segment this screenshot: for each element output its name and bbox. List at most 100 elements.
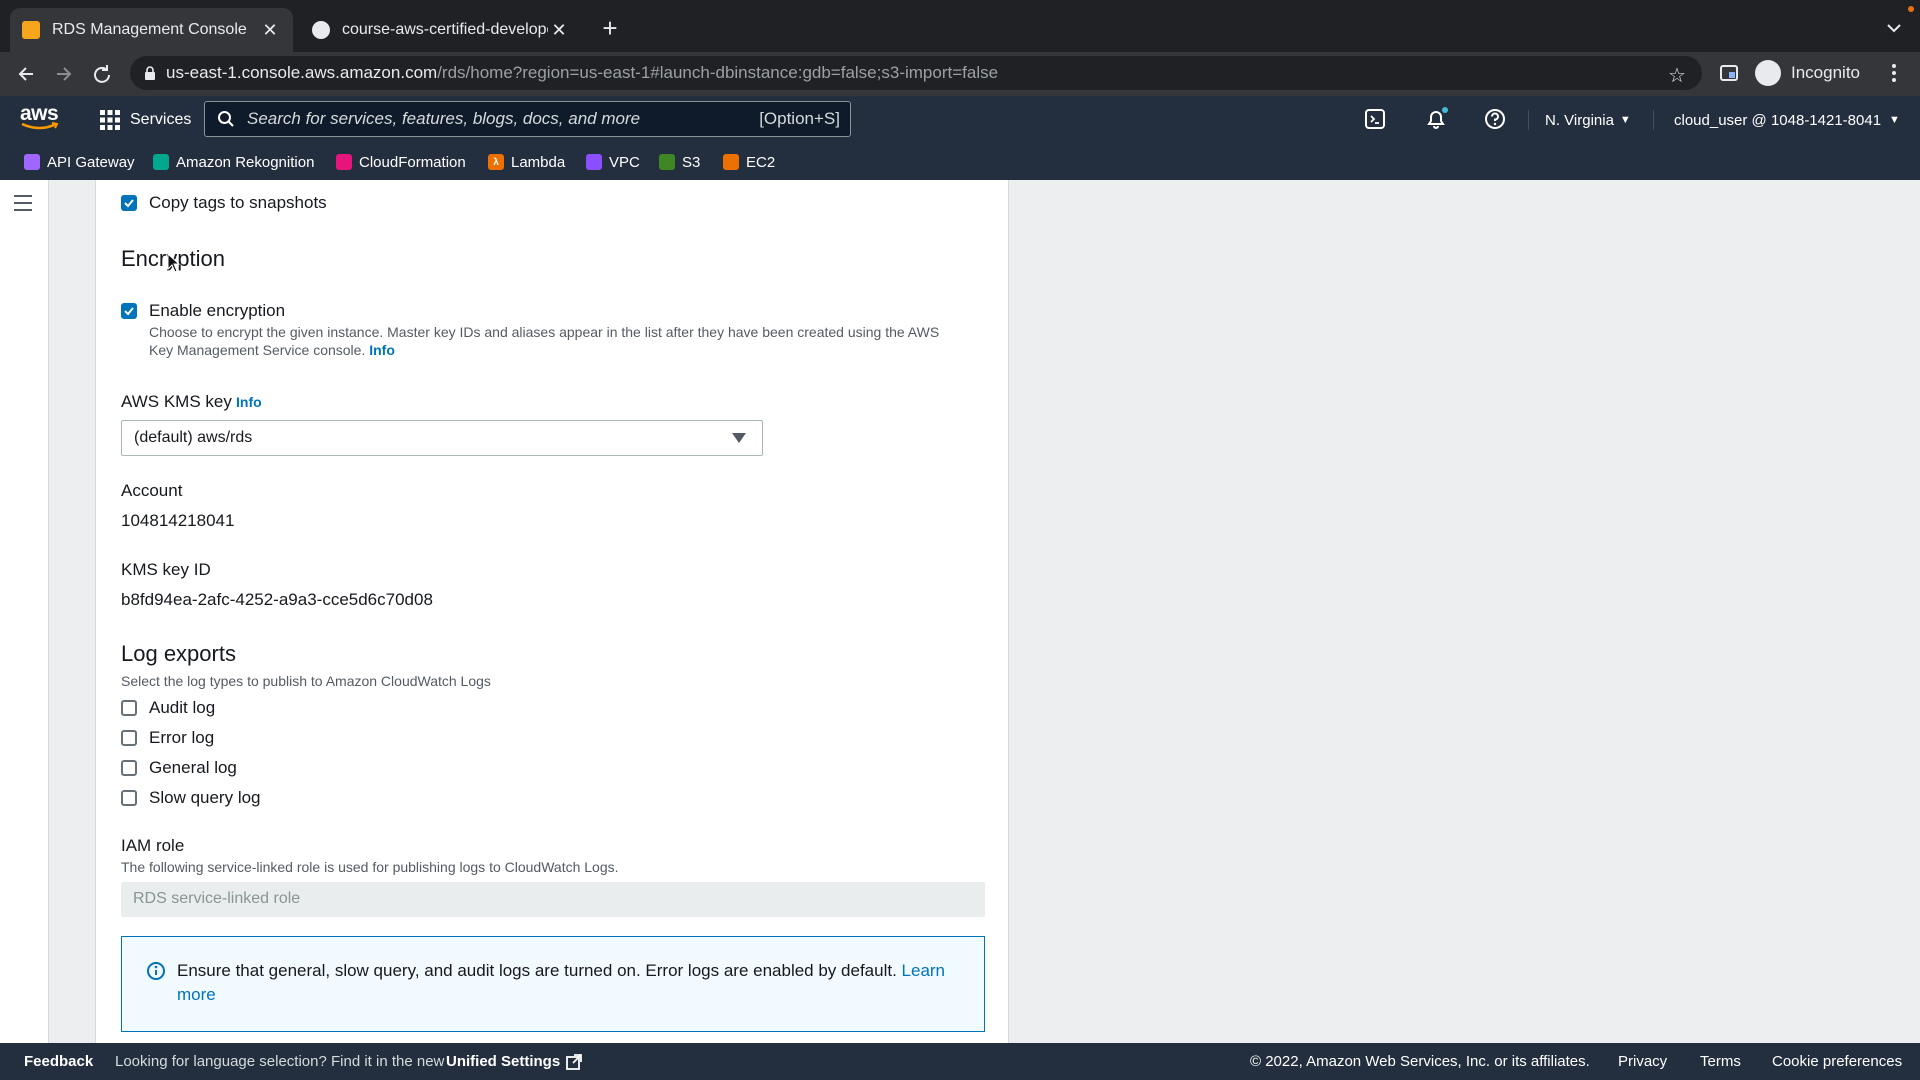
tab-github[interactable]: course-aws-certified-develope ✕ (300, 8, 582, 52)
favorite-ec2[interactable]: EC2 (723, 152, 775, 172)
search-icon (217, 110, 235, 128)
console-footer: Feedback Looking for language selection?… (0, 1043, 1920, 1080)
region-selector[interactable]: N. Virginia ▼ (1545, 110, 1631, 130)
services-label: Services (130, 111, 192, 128)
aws-top-nav: aws Services Search for services, featur… (0, 96, 1920, 144)
aws-favicon-icon (22, 21, 40, 39)
favorites-bar: API Gateway Amazon Rekognition CloudForm… (0, 144, 1920, 180)
log-type-label: Audit log (149, 698, 216, 717)
enable-encryption-label: Enable encryption (149, 301, 286, 320)
log-exports-description: Select the log types to publish to Amazo… (121, 673, 491, 689)
iam-role-field: RDS service-linked role (121, 882, 985, 917)
aws-logo[interactable]: aws (20, 102, 60, 132)
error-log-checkbox[interactable] (121, 730, 137, 746)
recording-dot-icon (1908, 6, 1914, 12)
cloudshell-icon[interactable] (1364, 108, 1386, 130)
kms-info-link[interactable]: Info (236, 394, 262, 410)
iam-role-label: IAM role (121, 836, 185, 855)
copyright-text: © 2022, Amazon Web Services, Inc. or its… (1250, 1053, 1590, 1070)
api-gateway-icon (24, 154, 40, 170)
cookie-preferences-link[interactable]: Cookie preferences (1772, 1053, 1902, 1070)
kms-key-selected-value: (default) aws/rds (134, 429, 253, 446)
notifications-bell-icon[interactable] (1424, 107, 1450, 131)
favorite-s3[interactable]: S3 (659, 152, 700, 172)
favorite-rekognition[interactable]: Amazon Rekognition (153, 152, 314, 172)
feedback-link[interactable]: Feedback (24, 1053, 93, 1070)
extension-icon[interactable] (1718, 62, 1740, 84)
vpc-icon (586, 154, 602, 170)
kms-key-select[interactable]: (default) aws/rds (121, 420, 763, 456)
info-link[interactable]: Info (369, 342, 395, 358)
terms-link[interactable]: Terms (1700, 1053, 1741, 1070)
close-tab-icon[interactable]: ✕ (548, 19, 570, 41)
caret-down-icon: ▼ (1619, 114, 1631, 126)
favorite-cloudformation[interactable]: CloudFormation (336, 152, 466, 172)
hamburger-menu-icon[interactable] (13, 194, 33, 212)
account-label: cloud_user @ 1048-1421-8041 (1674, 111, 1882, 129)
address-bar[interactable]: us-east-1.console.aws.amazon.com/rds/hom… (130, 56, 1702, 90)
learn-more-link-continued[interactable]: more (177, 985, 216, 1004)
favorite-label: S3 (682, 153, 701, 171)
copy-tags-checkbox[interactable] (121, 195, 137, 211)
info-alert: Ensure that general, slow query, and aud… (121, 936, 985, 1032)
enable-encryption-description-line2: Key Management Service console. Info (149, 342, 395, 358)
browser-menu-icon[interactable] (1888, 62, 1900, 84)
ec2-icon (723, 154, 739, 170)
favorite-label: Lambda (511, 153, 566, 171)
info-circle-icon (146, 961, 166, 981)
dropdown-caret-icon (732, 433, 746, 443)
alert-text: Ensure that general, slow query, and aud… (177, 961, 897, 980)
kms-key-id-label: KMS key ID (121, 560, 211, 579)
account-menu[interactable]: cloud_user @ 1048-1421-8041 ▼ (1674, 110, 1900, 130)
bookmark-star-icon[interactable]: ☆ (1668, 63, 1686, 88)
iam-role-description: The following service-linked role is use… (121, 859, 619, 875)
favorite-api-gateway[interactable]: API Gateway (24, 152, 135, 172)
tab-rds-console[interactable]: RDS Management Console ✕ (10, 8, 293, 52)
side-navigation (0, 180, 49, 1043)
privacy-link[interactable]: Privacy (1618, 1053, 1667, 1070)
iam-role-value: RDS service-linked role (133, 890, 301, 907)
general-log-checkbox[interactable] (121, 760, 137, 776)
additional-configuration-panel: Copy tags to snapshots Encryption Enable… (95, 180, 1009, 1043)
service-search-input[interactable]: Search for services, features, blogs, do… (204, 101, 851, 137)
enable-encryption-checkbox[interactable] (121, 303, 137, 319)
description-text: Key Management Service console. (149, 342, 366, 358)
favorite-vpc[interactable]: VPC (586, 152, 640, 172)
unified-settings-link[interactable]: Unified Settings (446, 1053, 583, 1070)
new-tab-icon[interactable]: + (598, 15, 622, 41)
back-icon[interactable] (12, 60, 40, 88)
rekognition-icon (153, 154, 169, 170)
tab-title: RDS Management Console (52, 21, 247, 38)
log-type-label: General log (149, 758, 237, 777)
copy-tags-label: Copy tags to snapshots (149, 193, 327, 212)
favorite-lambda[interactable]: λ Lambda (488, 152, 565, 172)
account-value: 104814218041 (121, 511, 235, 530)
log-type-label: Slow query log (149, 788, 261, 807)
search-shortcut: [Option+S] (759, 109, 840, 128)
favorite-label: EC2 (746, 153, 776, 171)
tab-title: course-aws-certified-develope (342, 21, 548, 38)
log-exports-heading: Log exports (121, 641, 236, 666)
learn-more-link[interactable]: Learn (902, 961, 945, 980)
reload-icon[interactable] (88, 60, 116, 88)
incognito-profile[interactable]: Incognito (1755, 60, 1860, 86)
profile-label: Incognito (1791, 63, 1860, 82)
enable-encryption-description-line1: Choose to encrypt the given instance. Ma… (149, 324, 940, 340)
caret-down-icon: ▼ (1889, 114, 1900, 126)
favorite-label: API Gateway (47, 153, 135, 171)
browser-tab-bar: RDS Management Console ✕ course-aws-cert… (0, 0, 1920, 52)
forward-icon[interactable] (50, 60, 78, 88)
mouse-cursor-icon (167, 253, 181, 273)
help-icon[interactable] (1484, 108, 1506, 130)
audit-log-checkbox[interactable] (121, 700, 137, 716)
lambda-icon: λ (488, 154, 504, 170)
kms-key-label: AWS KMS key (121, 392, 232, 411)
external-link-icon (566, 1053, 583, 1070)
log-type-label: Error log (149, 728, 215, 747)
lock-icon (144, 66, 156, 80)
tab-search-icon[interactable] (1884, 18, 1904, 38)
s3-icon (659, 154, 675, 170)
services-menu[interactable]: Services (100, 108, 191, 132)
slow-query-log-checkbox[interactable] (121, 790, 137, 806)
close-tab-icon[interactable]: ✕ (259, 19, 281, 41)
